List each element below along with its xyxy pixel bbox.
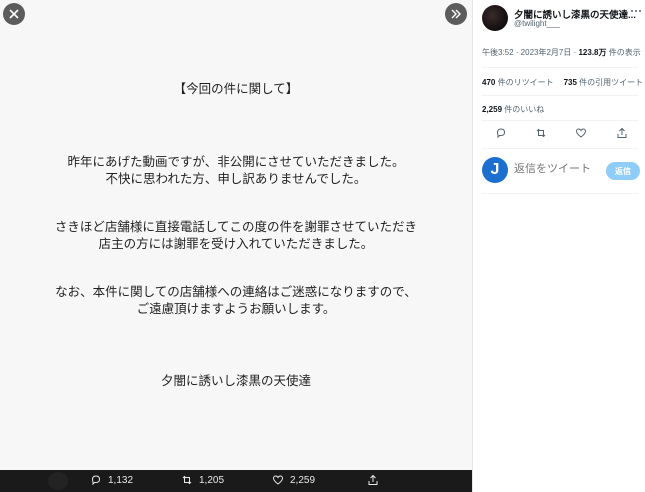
reply-input[interactable] xyxy=(514,163,604,175)
tweet-meta: 午後3:52 · 2023年2月7日 · 123.8万 件の表示 xyxy=(482,47,641,58)
reply-submit-button[interactable]: 返信 xyxy=(606,162,640,180)
like-icon[interactable] xyxy=(575,127,587,139)
media-viewer: 【今回の件に関して】 昨年にあげた動画ですが、非公開にさせていただきました。 不… xyxy=(0,0,472,492)
quotes-stat[interactable]: 735 件の引用ツイート xyxy=(564,78,644,87)
notice-line: 昨年にあげた動画ですが、非公開にさせていただきました。 xyxy=(67,154,405,169)
expand-panel-button[interactable] xyxy=(445,3,467,25)
viewer-action-bar: 1,132 1,205 2,259 xyxy=(0,470,472,492)
retweet-count: 1,205 xyxy=(199,474,225,486)
retweet-quote-stats: 470 件のリツイート 735 件の引用ツイート xyxy=(482,77,643,88)
likes-label: 件のいいね xyxy=(502,105,545,114)
divider xyxy=(482,67,638,68)
like-icon xyxy=(272,475,284,485)
divider xyxy=(482,120,638,121)
like-count: 2,259 xyxy=(290,474,316,486)
close-button[interactable] xyxy=(3,3,25,25)
notice-signature: 夕闇に誘いし漆黒の天使達 xyxy=(0,372,472,389)
panel-actions xyxy=(473,127,645,141)
notice-line: なお、本件に関しての店舗様への連絡はご迷惑になりますので、 xyxy=(55,284,417,299)
likes-stat[interactable]: 2,259 件のいいね xyxy=(482,104,544,115)
reply-icon xyxy=(91,475,101,486)
divider xyxy=(482,193,638,194)
faded-control xyxy=(48,472,68,490)
retweets-count: 470 xyxy=(482,78,496,87)
retweet-button[interactable]: 1,205 xyxy=(181,474,224,486)
quotes-count: 735 xyxy=(563,78,577,87)
notice-signature-text: 夕闇に誘いし漆黒の天使達 xyxy=(160,373,311,388)
divider xyxy=(482,95,638,96)
reply-button[interactable]: 1,132 xyxy=(90,474,133,486)
notice-line: さきほど店舗様に直接電話してこの度の件を謝罪させていただき xyxy=(54,219,418,234)
notice-line: 不快に思われた方、申し訳ありませんでした。 xyxy=(105,171,367,186)
close-icon xyxy=(9,9,19,19)
tweet-time[interactable]: 午後3:52 · 2023年2月7日 · xyxy=(482,48,578,57)
views-label: 件の表示 xyxy=(606,48,641,57)
share-icon[interactable] xyxy=(616,127,628,139)
retweet-icon[interactable] xyxy=(535,127,547,139)
notice-paragraph-3: なお、本件に関しての店舗様への連絡はご迷惑になりますので、 ご遠慮頂けますようお… xyxy=(0,283,472,317)
retweets-label: 件のリツイート xyxy=(495,78,554,87)
tweet-image[interactable]: 【今回の件に関して】 昨年にあげた動画ですが、非公開にさせていただきました。 不… xyxy=(0,0,472,470)
views-count: 123.8万 xyxy=(578,48,607,57)
reply-count: 1,132 xyxy=(108,474,134,486)
retweets-stat[interactable]: 470 件のリツイート xyxy=(482,78,554,87)
tweet-panel: 夕闇に誘いし漆黒の天使達... @twilight___ 午後3:52 · 20… xyxy=(472,0,645,492)
reply-icon[interactable] xyxy=(495,127,507,139)
app-root: 【今回の件に関して】 昨年にあげた動画ですが、非公開にさせていただきました。 不… xyxy=(0,0,645,492)
notice-paragraph-2: さきほど店舗様に直接電話してこの度の件を謝罪させていただき 店主の方には謝罪を受… xyxy=(0,218,472,252)
retweet-icon xyxy=(182,475,192,485)
current-user-avatar[interactable]: J xyxy=(482,157,508,183)
reply-composer: J 返信 xyxy=(482,157,640,185)
author-handle[interactable]: @twilight___ xyxy=(514,19,560,28)
notice-title: 【今回の件に関して】 xyxy=(0,80,472,97)
expand-icon xyxy=(451,9,461,19)
author-avatar[interactable] xyxy=(482,5,508,31)
notice-line: 店主の方には謝罪を受け入れていただきました。 xyxy=(98,236,374,251)
divider xyxy=(482,148,638,149)
notice-paragraph-1: 昨年にあげた動画ですが、非公開にさせていただきました。 不快に思われた方、申し訳… xyxy=(0,153,472,187)
share-icon xyxy=(368,474,378,485)
like-button[interactable]: 2,259 xyxy=(272,474,315,486)
likes-count: 2,259 xyxy=(482,105,503,114)
notice-title-text: 【今回の件に関して】 xyxy=(173,81,299,96)
notice-line: ご遠慮頂けますようお願いします。 xyxy=(136,301,336,316)
share-button[interactable] xyxy=(367,474,379,486)
quotes-label: 件の引用ツイート xyxy=(576,78,644,87)
more-icon[interactable] xyxy=(630,6,642,16)
